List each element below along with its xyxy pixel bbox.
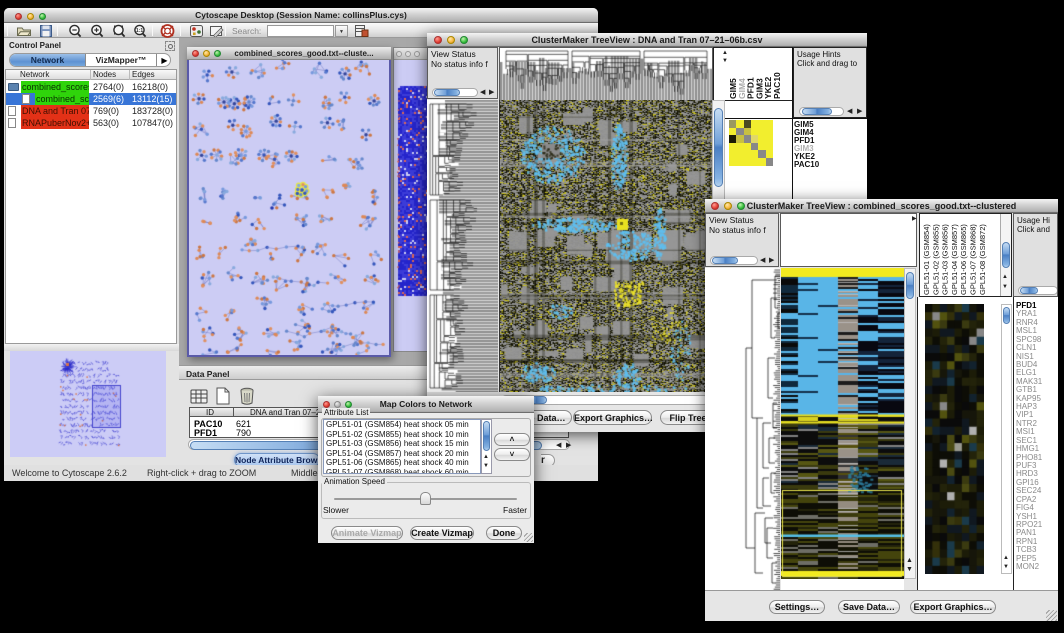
svg-text:GPL51-08 (GSM872): GPL51-08 (GSM872) (978, 224, 987, 295)
svg-text:GPL51-03 (GSM856): GPL51-03 (GSM856) (941, 224, 950, 295)
svg-text:GPL51-04 (GSM857): GPL51-04 (GSM857) (950, 224, 959, 295)
svg-text:GPL51-06 (GSM865): GPL51-06 (GSM865) (959, 224, 968, 295)
svg-text:PAC10: PAC10 (772, 72, 782, 99)
svg-text:GPL51-07 (GSM868): GPL51-07 (GSM868) (969, 224, 978, 295)
svg-text:1:1: 1:1 (136, 28, 143, 34)
svg-text:GPL51-02 (GSM855): GPL51-02 (GSM855) (931, 224, 940, 295)
svg-text:GPL51-01 (GSM854): GPL51-01 (GSM854) (922, 224, 931, 295)
